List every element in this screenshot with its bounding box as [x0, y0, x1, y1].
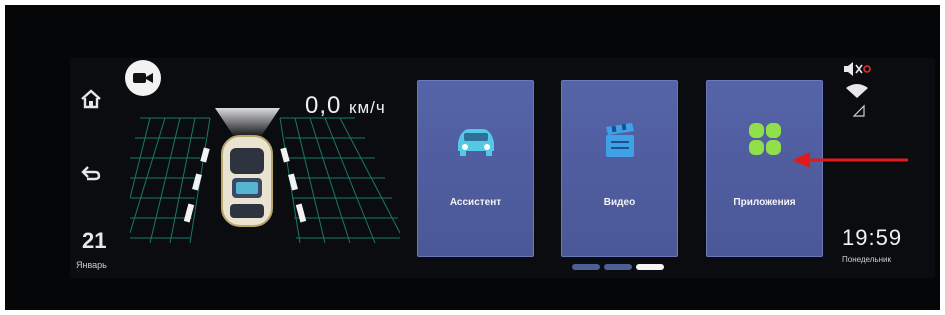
camera-icon [133, 73, 153, 83]
wifi-icon [846, 84, 868, 98]
app-tile-assistant[interactable]: Ассистент [417, 80, 534, 257]
clock-weekday: Понедельник [842, 255, 891, 264]
car-icon [458, 129, 494, 156]
home-icon [81, 89, 101, 109]
home-button[interactable] [78, 86, 104, 112]
video-icon [606, 123, 634, 157]
speed-unit: км/ч [349, 98, 386, 117]
status-bar [844, 62, 871, 117]
page-indicator-1[interactable] [572, 264, 600, 270]
back-button[interactable] [78, 160, 104, 186]
speed-readout: 0,0 км/ч [305, 92, 386, 120]
camera-button[interactable] [125, 60, 161, 96]
app-tile-video[interactable]: Видео [561, 80, 678, 257]
speed-value: 0,0 [305, 92, 342, 119]
car-visualization [130, 108, 400, 244]
app-label: Видео [603, 197, 636, 208]
app-label: Ассистент [449, 197, 502, 208]
page-indicator-2[interactable] [604, 264, 632, 270]
back-icon [81, 166, 101, 181]
date-month: Январь [76, 260, 107, 270]
signal-icon [852, 104, 865, 117]
app-label: Приложения [733, 197, 796, 208]
page-indicator-3-active[interactable] [636, 264, 664, 270]
date-day: 21 [82, 228, 107, 253]
right-grid [279, 117, 400, 244]
red-arrow-annotation [792, 152, 908, 168]
mute-icon [844, 62, 871, 76]
clock-time: 19:59 [842, 225, 903, 250]
car-icon [221, 135, 273, 227]
apps-grid-icon [749, 123, 781, 155]
